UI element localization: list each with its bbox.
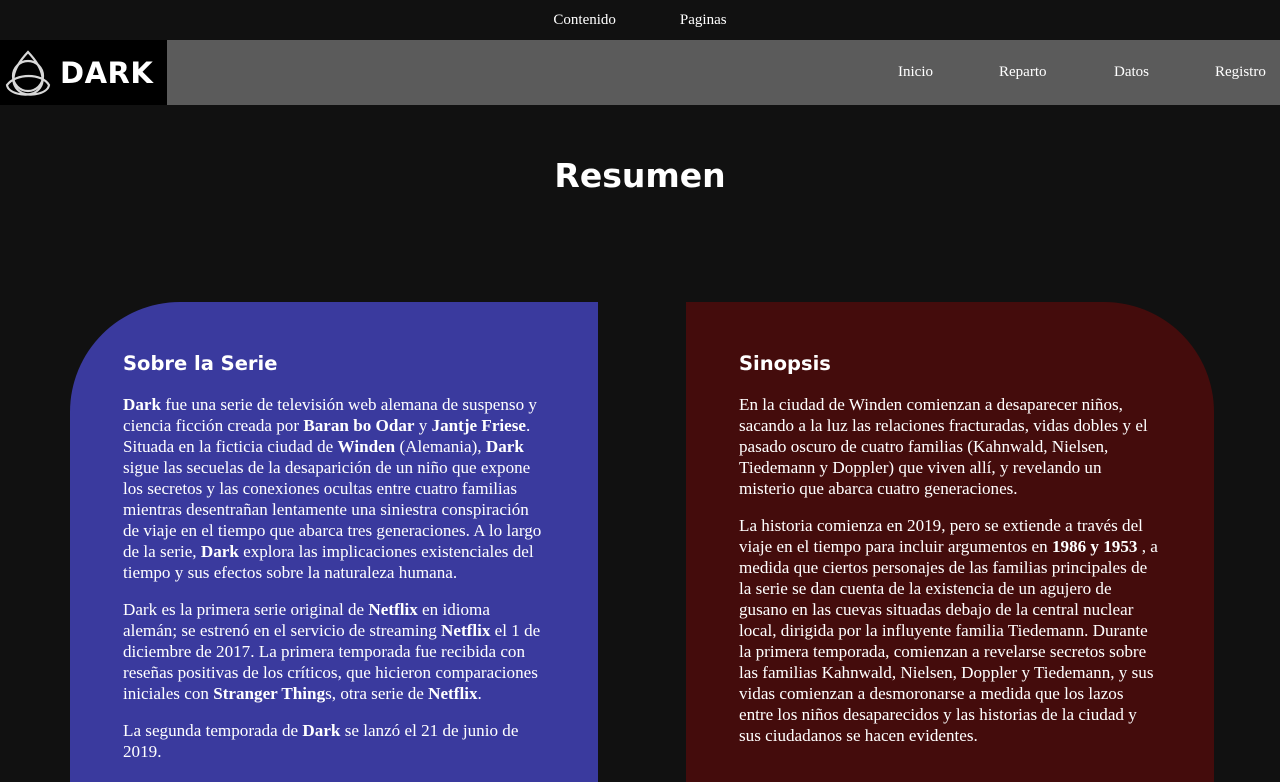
nav-menu: Inicio Reparto Datos Registro: [0, 40, 1280, 105]
synopsis-paragraph-1: En la ciudad de Winden comienzan a desap…: [739, 395, 1148, 498]
page-title: Resumen: [554, 156, 726, 195]
about-paragraph-3: La segunda temporada de Dark se lanzó el…: [123, 721, 519, 761]
bold-text: Netflix: [368, 600, 418, 619]
nav-item-registro[interactable]: Registro: [1215, 64, 1266, 81]
nav-item-reparto[interactable]: Reparto: [999, 64, 1046, 81]
topbar-link-paginas[interactable]: Paginas: [680, 12, 727, 29]
topbar-link-contenido[interactable]: Contenido: [553, 12, 616, 29]
synopsis-heading: Sinopsis: [739, 352, 831, 375]
bold-text: Netflix: [441, 621, 491, 640]
bold-text: Jantje Friese: [431, 416, 527, 435]
about-paragraph-2: Dark es la primera serie original de Net…: [123, 600, 541, 703]
bold-text: Stranger Thing: [213, 684, 326, 703]
bold-text: 1986 y 1953: [1051, 537, 1138, 556]
bold-text: Netflix: [428, 684, 478, 703]
bold-text: Dark: [200, 542, 239, 561]
top-bar: Contenido Paginas: [0, 0, 1280, 40]
main-navbar: DARK Inicio Reparto Datos Registro: [0, 40, 1280, 105]
bold-text: Winden: [337, 437, 396, 456]
nav-item-datos[interactable]: Datos: [1114, 64, 1149, 81]
synopsis-paragraph-2: La historia comienza en 2019, pero se ex…: [739, 516, 1158, 745]
bold-text: Baran bo Odar: [303, 416, 415, 435]
about-card: Sobre la Serie Dark fue una serie de tel…: [70, 302, 598, 782]
bold-text: Dark: [302, 721, 341, 740]
nav-item-inicio[interactable]: Inicio: [898, 64, 933, 81]
about-heading: Sobre la Serie: [123, 352, 278, 375]
bold-text: Dark: [123, 395, 161, 414]
synopsis-card: Sinopsis En la ciudad de Winden comienza…: [686, 302, 1214, 782]
bold-text: Dark: [485, 437, 524, 456]
about-paragraph-1: Dark fue una serie de televisión web ale…: [123, 395, 542, 582]
